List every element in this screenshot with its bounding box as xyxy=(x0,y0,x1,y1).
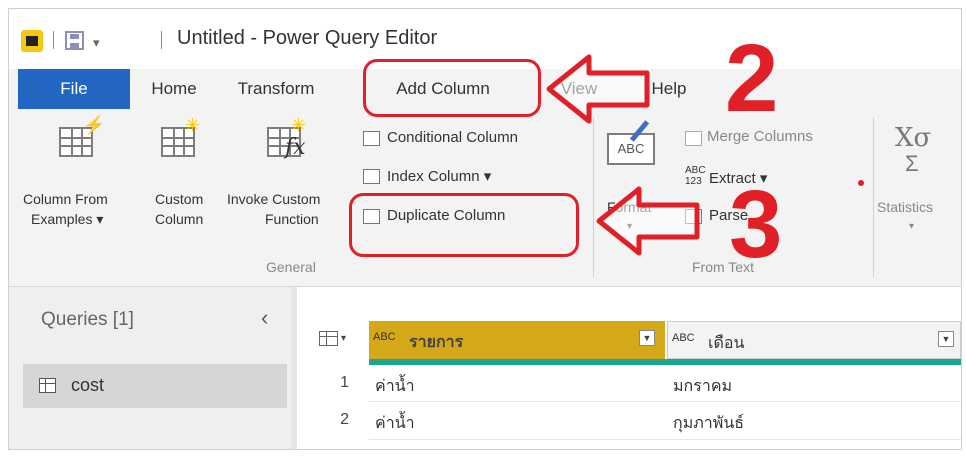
invoke-custom-function-icon: ✳ fx xyxy=(267,115,307,161)
separator xyxy=(53,31,54,49)
column-quality-bar xyxy=(369,359,961,365)
table-cell[interactable]: กุมภาพันธ์ xyxy=(673,411,744,436)
row-divider xyxy=(369,401,961,402)
save-icon[interactable] xyxy=(65,31,84,50)
custom-column-label: Custom xyxy=(155,191,204,207)
highlight-add-column-tab xyxy=(363,59,541,117)
collapse-pane-icon[interactable]: ‹ xyxy=(261,305,268,331)
row-number: 2 xyxy=(340,411,349,428)
table-cell[interactable]: มกราคม xyxy=(673,374,732,399)
table-icon xyxy=(39,378,56,393)
statistics-caret: ▾ xyxy=(909,221,915,232)
step-number-annotation: 3 xyxy=(729,171,783,278)
conditional-column-label: Conditional Column xyxy=(387,129,518,146)
extract-icon: ABC 123 xyxy=(685,165,706,187)
data-grid: ▾ ABC รายการ ▼ ABC เดือน ▼ 1 ค่าน้ำ มกรา… xyxy=(299,287,961,449)
column-header-1[interactable]: ABC รายการ ▼ xyxy=(369,321,665,359)
column-header-2[interactable]: ABC เดือน ▼ xyxy=(667,321,961,359)
index-column-icon xyxy=(363,169,380,184)
tab-home[interactable]: Home xyxy=(134,69,214,109)
tab-file[interactable]: File xyxy=(18,69,130,109)
arrow-left-icon xyxy=(546,54,650,124)
column-filter-dropdown-icon[interactable]: ▼ xyxy=(639,330,655,346)
group-label-general: General xyxy=(266,259,316,275)
type-abc-icon: ABC xyxy=(373,331,396,343)
type-abc-icon: ABC xyxy=(672,332,695,344)
column-from-examples-label: Examples ▾ xyxy=(31,211,104,227)
highlight-duplicate-column xyxy=(349,193,579,257)
column-from-examples-icon: ⚡ xyxy=(59,115,105,161)
table-menu-caret-icon: ▾ xyxy=(341,333,347,344)
marker-dot xyxy=(858,180,864,186)
table-icon xyxy=(319,331,338,346)
row-number: 1 xyxy=(340,374,349,391)
group-divider xyxy=(593,117,594,277)
index-column-label: Index Column ▾ xyxy=(387,168,492,185)
column-filter-dropdown-icon[interactable]: ▼ xyxy=(938,331,954,347)
custom-column-icon: ✳ xyxy=(161,115,201,161)
group-divider xyxy=(873,117,874,277)
queries-pane: Queries [1] ‹ cost xyxy=(9,287,291,449)
pane-divider[interactable] xyxy=(291,287,297,449)
step-number-annotation: 2 xyxy=(725,25,779,132)
row-divider xyxy=(369,439,961,440)
custom-column-label: Column xyxy=(155,211,204,227)
power-query-window: ▾ Untitled - Power Query Editor File Hom… xyxy=(8,8,962,450)
query-label: cost xyxy=(71,375,105,395)
invoke-custom-function-label: Function xyxy=(265,211,319,227)
arrow-left-icon xyxy=(596,186,700,256)
column-header-label: รายการ xyxy=(409,334,464,351)
table-cell[interactable]: ค่าน้ำ xyxy=(375,374,415,399)
separator xyxy=(161,31,162,49)
power-bi-app-icon xyxy=(21,30,43,52)
sigma-icon: Σ xyxy=(905,151,919,176)
merge-columns-icon xyxy=(685,131,702,146)
statistics-label: Statistics xyxy=(877,199,934,215)
quick-access-dropdown-icon[interactable]: ▾ xyxy=(93,35,100,51)
column-header-label: เดือน xyxy=(708,335,745,352)
column-from-examples-label: Column From xyxy=(23,191,108,207)
invoke-custom-function-label: Invoke Custom xyxy=(227,191,321,207)
statistics-icon: Χσ xyxy=(895,123,932,153)
tab-transform[interactable]: Transform xyxy=(221,69,331,109)
table-cell[interactable]: ค่าน้ำ xyxy=(375,411,415,436)
window-title: Untitled - Power Query Editor xyxy=(177,27,438,49)
conditional-column-icon xyxy=(363,131,380,146)
query-item-cost[interactable]: cost xyxy=(23,364,287,408)
table-menu-button[interactable]: ▾ xyxy=(299,321,367,359)
queries-title: Queries [1] xyxy=(41,309,134,330)
